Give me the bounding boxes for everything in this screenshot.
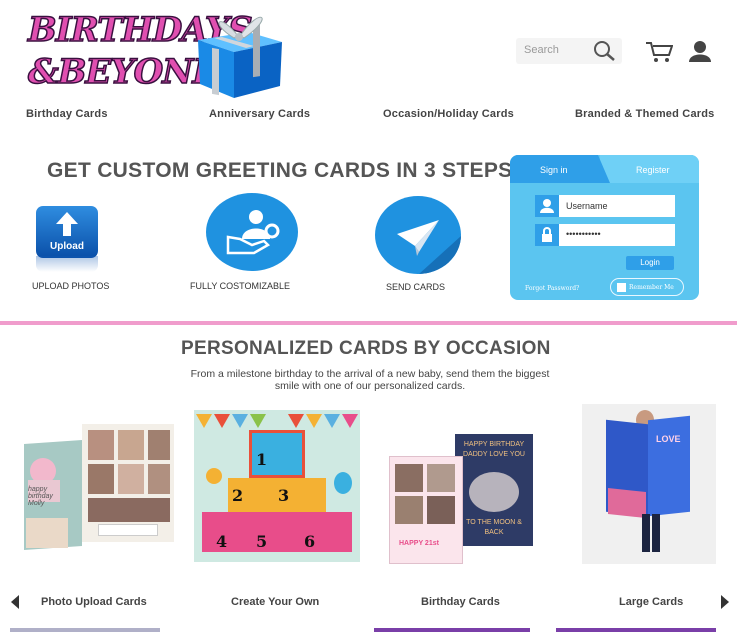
step-upload-photos: UPLOAD PHOTOS [32,281,110,291]
search-icon[interactable] [592,40,618,62]
cart-icon[interactable] [645,40,673,64]
occasion-subtitle: From a milestone birthday to the arrival… [190,368,550,392]
brand-logo[interactable]: BIRTHDAYS &BEYOND [27,6,253,94]
section-divider [0,321,737,325]
card-underline [556,628,716,632]
caption-birthday-cards[interactable]: Birthday Cards [421,596,500,608]
login-button[interactable]: Login [626,256,674,270]
login-panel: Register Sign in Username ••••••••••• Lo… [510,155,699,300]
step-send-cards: SEND CARDS [386,282,446,292]
carousel-prev-arrow-icon[interactable] [11,595,19,609]
large-cards-image[interactable]: LOVE [582,404,716,564]
password-input[interactable]: ••••••••••• [566,229,601,239]
paper-plane-icon [397,220,461,274]
upload-icon-reflection [36,256,98,272]
header: BIRTHDAYS &BEYOND Search [0,0,737,100]
card-number-4: 4 [216,532,228,551]
card-text-3: HAPPY 21st [399,540,439,547]
card-number-1: 1 [256,450,268,469]
card-number-2: 2 [232,486,244,505]
occasion-heading: PERSONALIZED CARDS BY OCCASION [181,338,551,359]
nav-birthday-cards[interactable]: Birthday Cards [26,108,108,120]
card-number-3: 3 [278,486,290,505]
password-field[interactable]: ••••••••••• [535,224,675,246]
forgot-password-link[interactable]: Forgot Password? [525,285,579,292]
card-number-5: 5 [256,532,268,551]
remember-me-toggle[interactable]: Remember Me [610,278,684,296]
nav-branded-themed-cards[interactable]: Branded & Themed Cards [575,108,714,120]
card-text-2: TO THE MOON & BACK [466,519,522,536]
caption-photo-upload-cards[interactable]: Photo Upload Cards [41,596,147,608]
category-nav: Birthday Cards Anniversary Cards Occasio… [0,108,737,126]
card-underline [374,628,530,632]
search-input[interactable]: Search [524,44,559,56]
caption-large-cards[interactable]: Large Cards [619,596,683,608]
user-icon [535,195,559,217]
tab-register[interactable]: Register [600,155,699,183]
card-text: happy birthday Molly [28,486,53,507]
create-your-own-image[interactable]: 1 2 3 4 5 6 [194,410,360,562]
lock-icon [535,224,559,246]
upload-icon-label: Upload [50,241,84,252]
hand-gear-icon [226,210,280,255]
gift-box-icon [198,16,282,98]
user-account-icon[interactable] [688,40,712,64]
nav-occasion-holiday-cards[interactable]: Occasion/Holiday Cards [383,108,514,120]
birthday-cards-image[interactable]: HAPPY BIRTHDAY DADDY LOVE YOU TO THE MOO… [385,430,545,570]
remember-me-checkbox[interactable] [617,283,626,292]
tab-sign-in[interactable]: Sign in [510,155,610,183]
caption-create-your-own[interactable]: Create Your Own [231,596,319,608]
carousel-next-arrow-icon[interactable] [721,595,729,609]
tab-sign-in-label: Sign in [540,165,568,175]
customize-icon [206,193,298,271]
remember-me-label: Remember Me [629,284,674,291]
card-number-6: 6 [304,532,316,551]
upload-arrow-icon [56,212,78,236]
upload-icon: Upload [36,206,98,258]
steps-heading: GET CUSTOM GREETING CARDS IN 3 STEPS [47,159,513,182]
card-text: HAPPY BIRTHDAY DADDY LOVE YOU [463,441,525,458]
send-icon [375,196,461,274]
card-text: LOVE [656,434,681,444]
tab-register-label: Register [636,165,670,175]
username-input[interactable]: Username [566,201,608,211]
nav-anniversary-cards[interactable]: Anniversary Cards [209,108,310,120]
username-field[interactable]: Username [535,195,675,217]
step-fully-customizable: FULLY COSTOMIZABLE [190,281,291,291]
photo-upload-cards-image[interactable]: happy birthday Molly [20,418,182,558]
search-box[interactable]: Search [516,38,622,64]
card-underline [10,628,160,632]
